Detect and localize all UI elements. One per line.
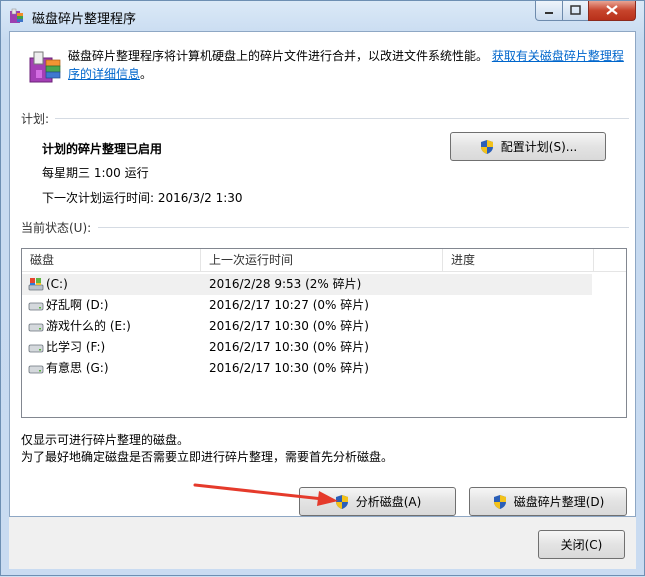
next-run-time: 下一次计划运行时间: 2016/3/2 1:30 xyxy=(42,191,243,205)
title-bar[interactable]: 磁盘碎片整理程序 xyxy=(1,1,644,31)
column-header-disk[interactable]: 磁盘 xyxy=(22,249,201,271)
maximize-icon xyxy=(570,5,581,15)
analyze-disk-button[interactable]: 分析磁盘(A) xyxy=(299,487,456,516)
last-run: 2016/2/17 10:30 (0% 碎片) xyxy=(209,340,369,354)
divider xyxy=(98,227,629,228)
description: 磁盘碎片整理程序将计算机硬盘上的碎片文件进行合并，以改进文件系统性能。 xyxy=(68,49,489,63)
schedule-frequency: 每星期三 1:00 运行 xyxy=(42,166,149,180)
configure-schedule-button[interactable]: 配置计划(S)... xyxy=(450,132,606,161)
disk-list[interactable]: 磁盘 上一次运行时间 进度 (C:) 2016/2/28 9:53 (2% 碎片… xyxy=(21,248,627,418)
disk-name: 比学习 (F:) xyxy=(46,340,106,354)
disk-name: 有意思 (G:) xyxy=(46,361,109,375)
main-panel: 磁盘碎片整理程序将计算机硬盘上的碎片文件进行合并，以改进文件系统性能。 获取有关… xyxy=(9,31,636,517)
column-header-last-run[interactable]: 上一次运行时间 xyxy=(201,249,443,271)
uac-shield-icon xyxy=(335,494,348,509)
drive-icon xyxy=(28,302,44,311)
note-line-1: 仅显示可进行碎片整理的磁盘。 xyxy=(21,433,190,447)
disk-name: 好乱啊 (D:) xyxy=(46,298,109,312)
last-run: 2016/2/17 10:30 (0% 碎片) xyxy=(209,319,369,333)
minimize-button[interactable] xyxy=(535,1,563,21)
close-button-label: 关闭(C) xyxy=(560,538,603,552)
defragment-disk-label: 磁盘碎片整理(D) xyxy=(513,495,605,509)
schedule-section-label: 计划: xyxy=(21,112,50,126)
uac-shield-icon xyxy=(493,494,506,509)
window-title: 磁盘碎片整理程序 xyxy=(32,12,137,27)
list-item[interactable]: 比学习 (F:) 2016/2/17 10:30 (0% 碎片) xyxy=(22,337,592,358)
minimize-icon xyxy=(545,12,553,14)
maximize-button[interactable] xyxy=(562,1,589,21)
close-window-button[interactable] xyxy=(588,1,636,21)
dialog-footer: 关闭(C) xyxy=(9,517,636,569)
list-header: 磁盘 上一次运行时间 进度 xyxy=(22,249,626,272)
list-item[interactable]: 好乱啊 (D:) 2016/2/17 10:27 (0% 碎片) xyxy=(22,295,592,316)
defrag-app-icon xyxy=(10,8,23,23)
note-line-2: 为了最好地确定磁盘是否需要立即进行碎片整理，需要首先分析磁盘。 xyxy=(21,450,394,464)
defrag-header-icon xyxy=(29,51,61,83)
configure-schedule-label: 配置计划(S)... xyxy=(500,140,578,154)
divider xyxy=(55,118,629,119)
defrag-window: 磁盘碎片整理程序 磁盘碎片整理程序将计算机硬盘上的碎片文件进行合并，以改进文件系… xyxy=(0,0,645,576)
disk-name: (C:) xyxy=(46,277,68,291)
last-run: 2016/2/28 9:53 (2% 碎片) xyxy=(209,277,362,291)
close-button[interactable]: 关闭(C) xyxy=(538,530,625,559)
system-drive-icon xyxy=(28,278,44,291)
uac-shield-icon xyxy=(480,139,493,154)
last-run: 2016/2/17 10:27 (0% 碎片) xyxy=(209,298,369,312)
list-item[interactable]: 有意思 (G:) 2016/2/17 10:30 (0% 碎片) xyxy=(22,358,592,379)
defragment-disk-button[interactable]: 磁盘碎片整理(D) xyxy=(469,487,627,516)
drive-icon xyxy=(28,344,44,353)
description-end: 。 xyxy=(140,67,153,81)
disk-name: 游戏什么的 (E:) xyxy=(46,319,131,333)
description-text: 磁盘碎片整理程序将计算机硬盘上的碎片文件进行合并，以改进文件系统性能。 获取有关… xyxy=(68,47,628,83)
column-header-progress[interactable]: 进度 xyxy=(443,249,594,271)
schedule-status: 计划的碎片整理已启用 xyxy=(42,142,163,156)
current-status-label: 当前状态(U): xyxy=(21,221,92,235)
close-icon xyxy=(606,5,618,15)
analyze-disk-label: 分析磁盘(A) xyxy=(355,495,422,509)
drive-icon xyxy=(28,323,44,332)
last-run: 2016/2/17 10:30 (0% 碎片) xyxy=(209,361,369,375)
list-item[interactable]: 游戏什么的 (E:) 2016/2/17 10:30 (0% 碎片) xyxy=(22,316,592,337)
drive-icon xyxy=(28,365,44,374)
list-item[interactable]: (C:) 2016/2/28 9:53 (2% 碎片) xyxy=(22,274,592,295)
